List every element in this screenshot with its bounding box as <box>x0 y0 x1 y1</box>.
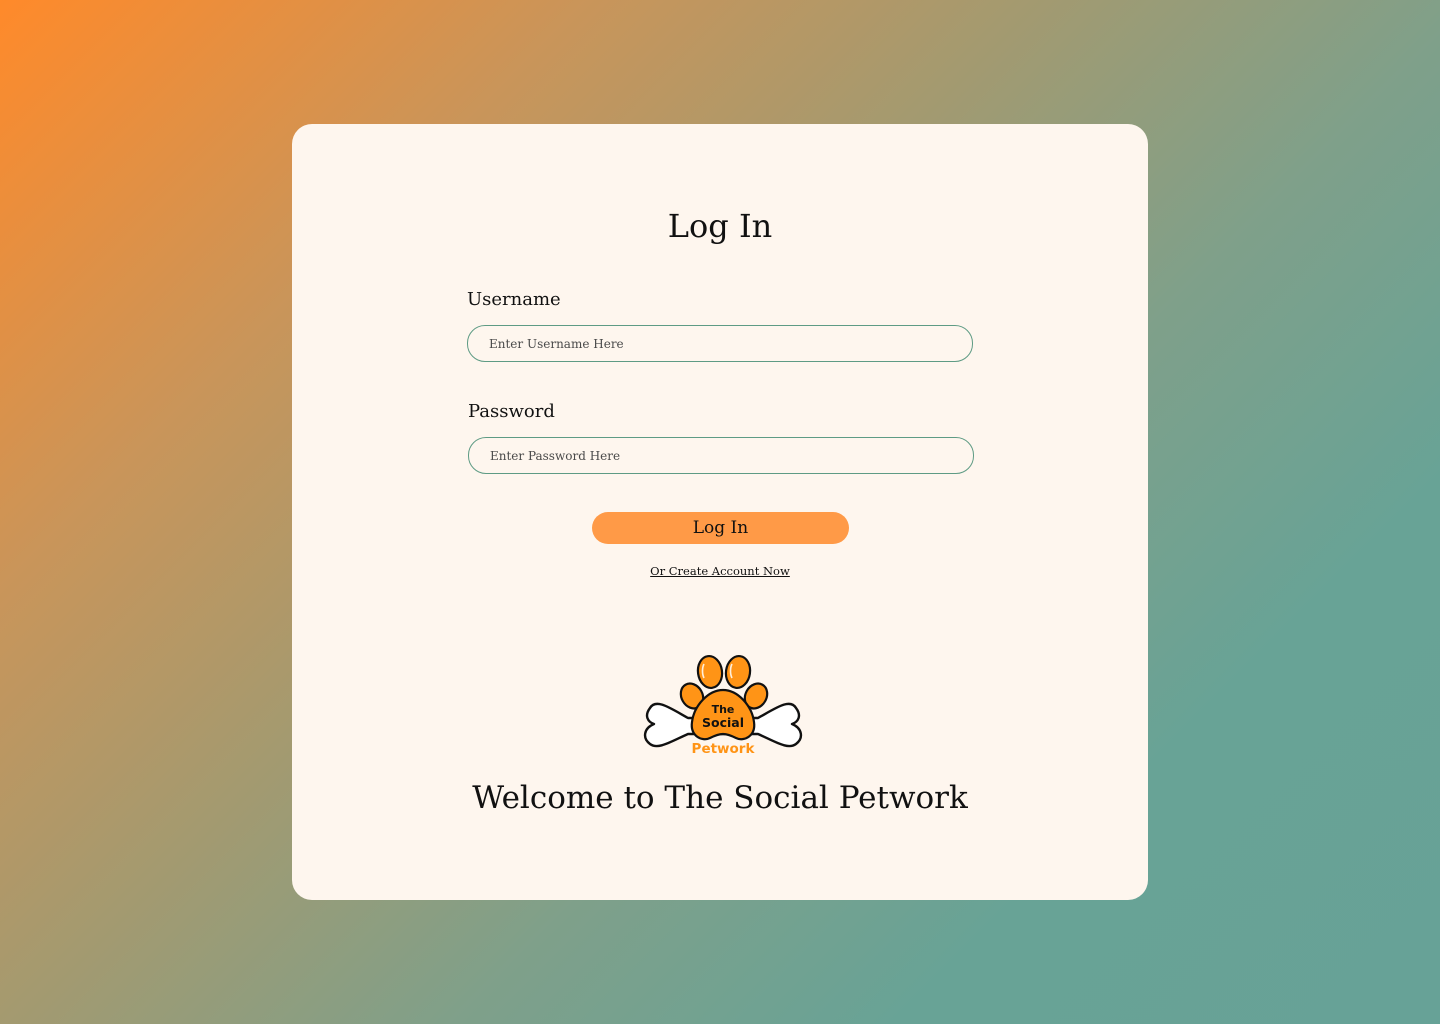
username-label: Username <box>467 289 561 310</box>
create-account-link[interactable]: Or Create Account Now <box>650 564 790 578</box>
page-title: Log In <box>667 207 773 245</box>
password-input[interactable] <box>468 437 974 474</box>
login-button[interactable]: Log In <box>592 512 849 544</box>
paw-bone-logo: The Social Petwork <box>643 654 803 757</box>
logo-text-petwork: Petwork <box>692 741 756 757</box>
password-label: Password <box>468 401 555 422</box>
create-account-row: Or Create Account Now <box>0 563 1440 579</box>
logo-text-social: Social <box>702 715 744 730</box>
username-input[interactable] <box>467 325 973 362</box>
welcome-heading: Welcome to The Social Petwork <box>472 780 968 816</box>
